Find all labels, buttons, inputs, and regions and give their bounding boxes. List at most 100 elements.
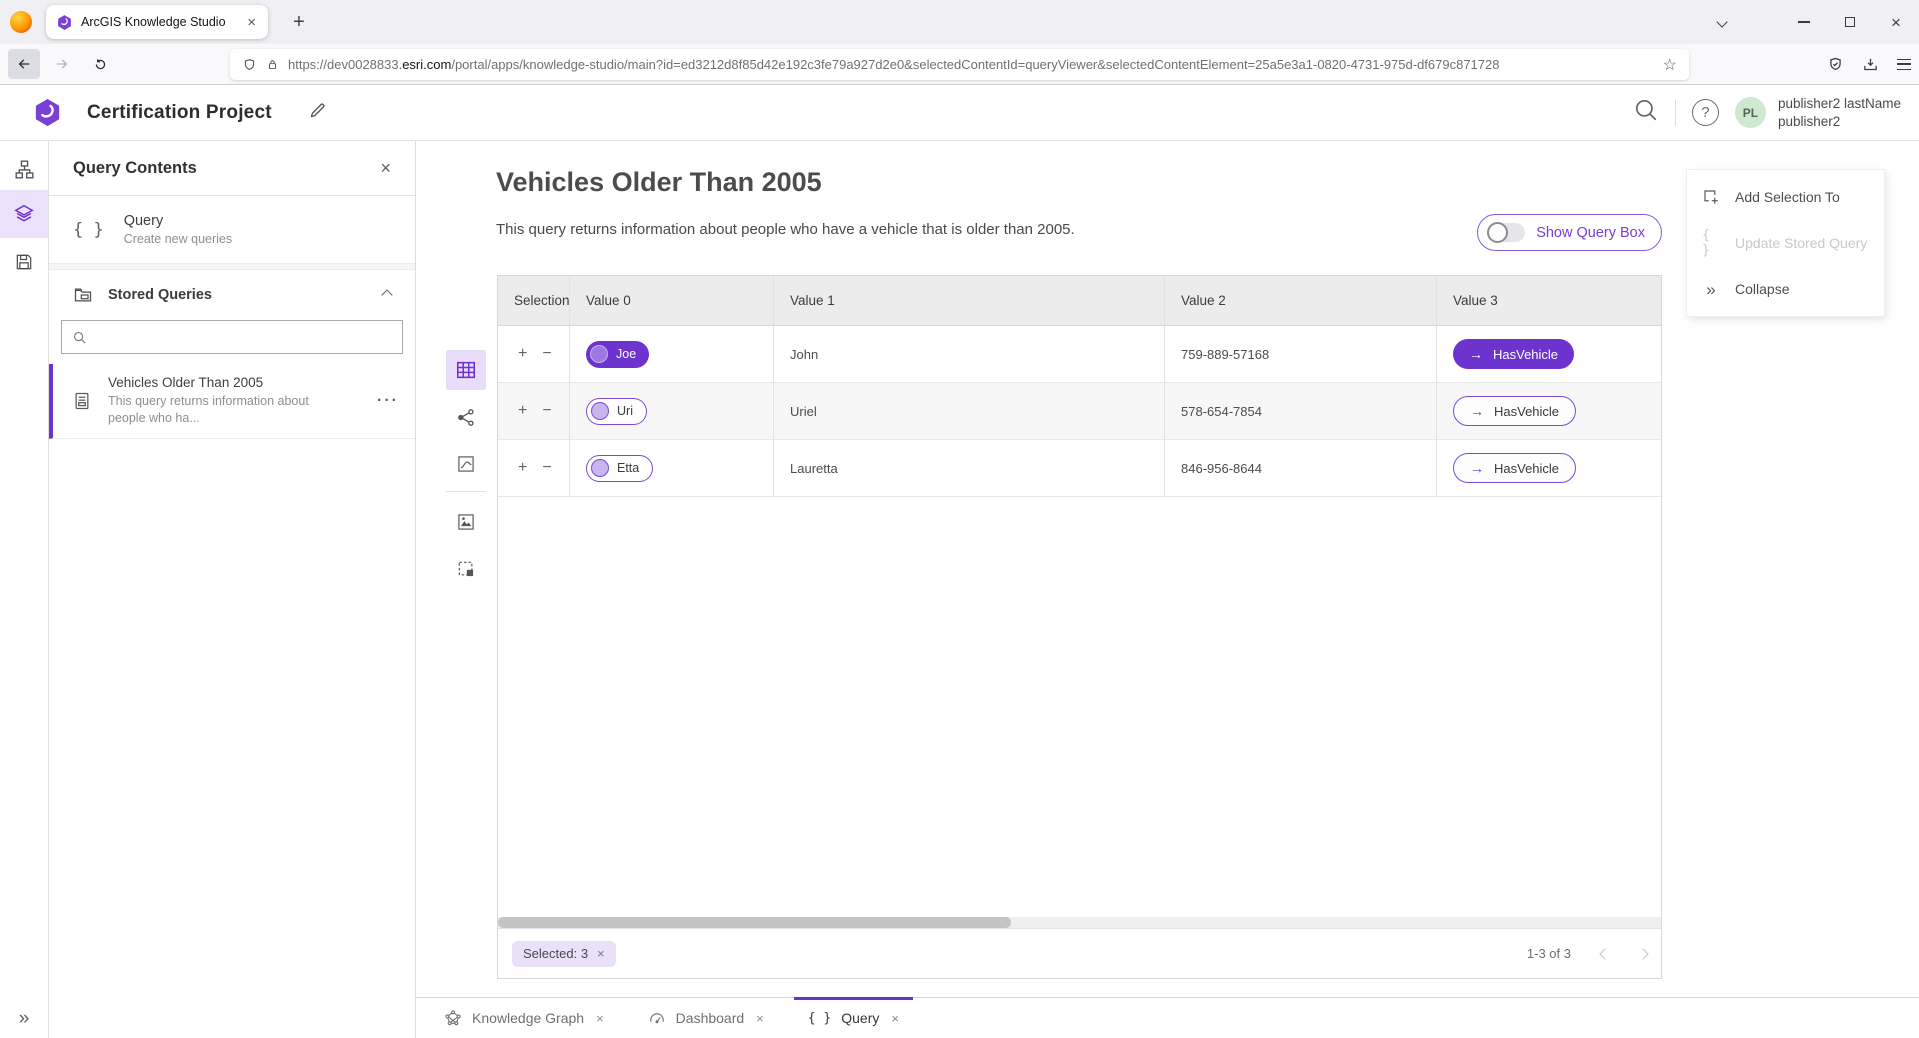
maximize-button[interactable] (1827, 0, 1873, 44)
value1-cell: Lauretta (774, 440, 1165, 496)
table-empty-area (498, 497, 1661, 917)
column-header-selection: Selection (498, 276, 570, 325)
remove-from-selection-button[interactable]: − (542, 402, 551, 420)
hamburger-menu-icon[interactable] (1897, 59, 1911, 70)
selection-cell: + − (498, 440, 570, 496)
view-tab-bar: Knowledge Graph × Dashboard × { } Query … (416, 997, 1919, 1038)
remove-from-selection-button[interactable]: − (542, 345, 551, 363)
search-input[interactable] (95, 330, 392, 345)
app-window: ArcGIS Knowledge Studio × + × https://de… (0, 0, 1919, 1038)
toggle-switch[interactable] (1488, 223, 1525, 242)
braces-icon: { } (1702, 228, 1720, 258)
back-button[interactable] (8, 49, 40, 79)
expand-rail-chevrons-icon[interactable]: » (0, 1008, 48, 1030)
remove-from-selection-button[interactable]: − (542, 459, 551, 477)
browser-tab[interactable]: ArcGIS Knowledge Studio × (46, 5, 268, 39)
lock-icon[interactable] (266, 57, 279, 72)
next-page-chevron-icon[interactable] (1639, 950, 1647, 958)
panel-close-icon[interactable]: × (380, 158, 391, 179)
firefox-logo-icon[interactable] (10, 11, 32, 33)
tab-title: ArcGIS Knowledge Studio (81, 15, 237, 29)
stored-queries-folder-icon (73, 285, 93, 305)
query-braces-icon: { } (808, 1011, 831, 1026)
tab-query[interactable]: { } Query × (794, 998, 913, 1038)
library-save-icon[interactable] (1862, 56, 1879, 73)
app-favicon-icon (56, 14, 73, 31)
add-to-selection-button[interactable]: + (518, 402, 527, 420)
tab-close-icon[interactable]: × (245, 14, 258, 31)
avatar[interactable]: PL (1735, 97, 1766, 128)
relationship-cell: →HasVehicle (1437, 383, 1661, 439)
minimize-button[interactable] (1781, 0, 1827, 44)
relationship-pill[interactable]: →HasVehicle (1453, 339, 1574, 369)
user-name[interactable]: publisher2 lastName publisher2 (1778, 95, 1901, 130)
url-bar[interactable]: https://dev0028833.esri.com/portal/apps/… (230, 49, 1689, 80)
relationship-pill[interactable]: →HasVehicle (1453, 396, 1576, 426)
entity-pill[interactable]: Uri (586, 398, 647, 425)
stored-queries-searchbox[interactable] (61, 320, 403, 354)
new-query-item[interactable]: { } Query Create new queries (49, 196, 415, 264)
menu-item-collapse[interactable]: » Collapse (1687, 266, 1884, 312)
selection-tool-icon[interactable] (446, 549, 486, 589)
tab-knowledge-graph[interactable]: Knowledge Graph × (430, 998, 618, 1038)
add-to-selection-button[interactable]: + (518, 345, 527, 363)
dashboard-gauge-icon (648, 1009, 666, 1027)
scrollbar-thumb[interactable] (498, 917, 1011, 928)
new-tab-button[interactable]: + (284, 11, 314, 34)
save-icon[interactable] (0, 238, 48, 286)
relationship-cell: →HasVehicle (1437, 326, 1661, 382)
relationship-pill[interactable]: →HasVehicle (1453, 453, 1576, 483)
entity-pill[interactable]: Joe (586, 341, 649, 368)
tab-label: Query (841, 1010, 879, 1026)
column-header-value3: Value 3 (1437, 276, 1661, 325)
collapse-section-chevron-icon[interactable] (383, 286, 391, 304)
previous-page-chevron-icon[interactable] (1601, 950, 1609, 958)
table-row: + − Joe John 759-889-57168 →HasVehicle (498, 326, 1661, 383)
selected-count-chip[interactable]: Selected: 3 × (512, 941, 616, 967)
list-tabs-chevron-icon[interactable] (1699, 0, 1745, 44)
help-icon[interactable]: ? (1692, 99, 1719, 126)
stored-queries-header[interactable]: Stored Queries (49, 270, 415, 314)
search-icon[interactable] (1617, 97, 1675, 128)
pagination: 1-3 of 3 (1527, 946, 1647, 961)
bookmark-star-icon[interactable]: ☆ (1663, 55, 1677, 75)
data-model-tree-icon[interactable] (0, 145, 48, 193)
knowledge-studio-logo-icon (32, 97, 63, 128)
tab-close-icon[interactable]: × (891, 1011, 899, 1026)
menu-item-add-selection-to[interactable]: Add Selection To (1687, 174, 1884, 220)
table-view-icon[interactable] (446, 350, 486, 390)
more-options-ellipsis-icon[interactable]: ··· (377, 392, 399, 410)
tab-dashboard[interactable]: Dashboard × (634, 998, 778, 1038)
show-query-box-toggle[interactable]: Show Query Box (1477, 214, 1662, 251)
entity-cell: Uri (570, 383, 774, 439)
entity-pill[interactable]: Etta (586, 455, 653, 482)
add-to-selection-button[interactable]: + (518, 459, 527, 477)
account-shield-icon[interactable] (1827, 56, 1844, 73)
query-item-title: Query (124, 213, 232, 229)
arrow-right-icon: → (1470, 460, 1484, 476)
query-viewer: Vehicles Older Than 2005 This query retu… (416, 141, 1919, 1038)
table-header-row: Selection Value 0 Value 1 Value 2 Value … (498, 276, 1661, 326)
link-chart-view-icon[interactable] (446, 397, 486, 437)
query-contents-panel: Query Contents × { } Query Create new qu… (49, 141, 416, 1038)
edit-title-pencil-icon[interactable] (308, 101, 327, 125)
chart-view-icon[interactable] (446, 444, 486, 484)
entity-dot-icon (590, 345, 608, 363)
forward-button[interactable] (46, 49, 78, 79)
map-view-icon[interactable] (446, 502, 486, 542)
close-window-button[interactable]: × (1873, 0, 1919, 44)
clear-selection-icon[interactable]: × (597, 946, 605, 961)
column-header-value0: Value 0 (570, 276, 774, 325)
horizontal-scrollbar[interactable] (498, 917, 1661, 928)
column-header-value1: Value 1 (774, 276, 1165, 325)
value2-cell: 578-654-7854 (1165, 383, 1437, 439)
entity-dot-icon (591, 402, 609, 420)
tab-close-icon[interactable]: × (596, 1011, 604, 1026)
layers-contents-icon[interactable] (0, 190, 48, 238)
tab-close-icon[interactable]: × (756, 1011, 764, 1026)
tracking-protection-shield-icon[interactable] (242, 57, 257, 73)
reload-button[interactable] (84, 49, 116, 79)
window-controls: × (1699, 0, 1919, 44)
query-braces-icon: { } (73, 220, 104, 240)
stored-query-item[interactable]: Vehicles Older Than 2005 This query retu… (49, 364, 415, 439)
